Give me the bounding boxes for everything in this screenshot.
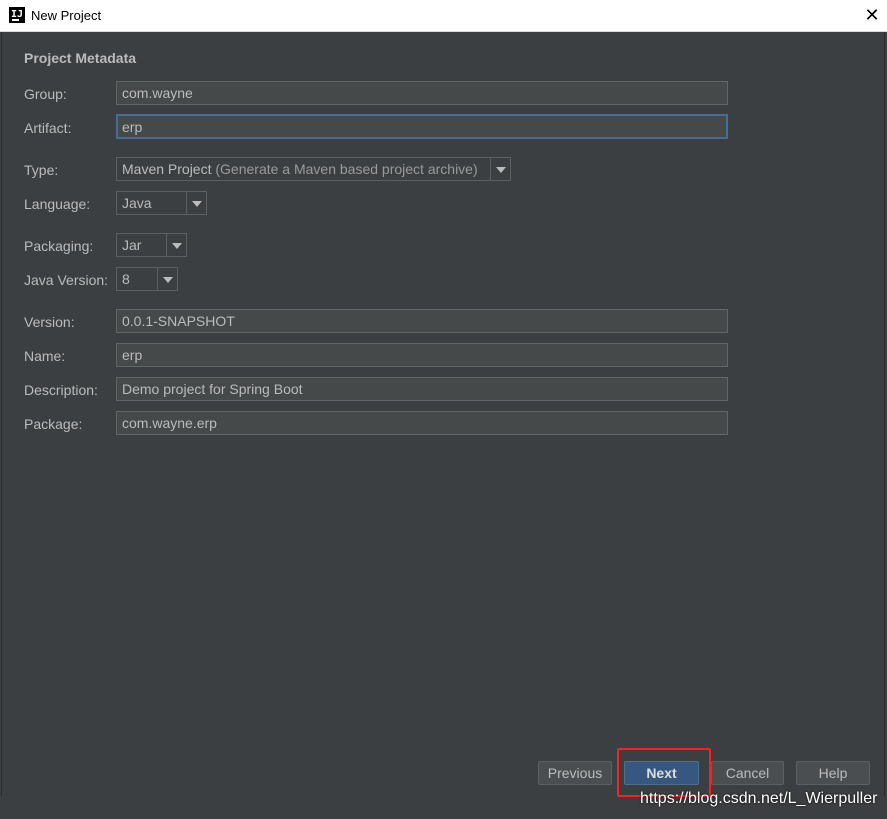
- close-icon[interactable]: ✕: [857, 0, 887, 32]
- package-label: Package:: [24, 416, 83, 432]
- group-field[interactable]: [116, 81, 728, 105]
- packaging-value: Jar: [122, 237, 142, 253]
- previous-button[interactable]: Previous: [538, 761, 612, 785]
- section-title: Project Metadata: [24, 50, 137, 66]
- version-label: Version:: [24, 314, 75, 330]
- cancel-button[interactable]: Cancel: [711, 761, 784, 785]
- name-field[interactable]: [116, 343, 728, 367]
- chevron-down-icon[interactable]: [490, 158, 510, 180]
- type-hint: (Generate a Maven based project archive): [215, 161, 478, 177]
- chevron-down-icon[interactable]: [186, 192, 206, 214]
- type-label: Type:: [24, 162, 59, 178]
- artifact-field[interactable]: [116, 114, 728, 139]
- chevron-down-icon[interactable]: [157, 268, 177, 290]
- help-button[interactable]: Help: [796, 761, 870, 785]
- language-label: Language:: [24, 196, 91, 212]
- java-version-label: Java Version:: [24, 272, 109, 288]
- java-version-select[interactable]: 8: [116, 267, 178, 291]
- name-label: Name:: [24, 348, 66, 364]
- description-label: Description:: [24, 382, 98, 398]
- java-version-value: 8: [122, 271, 130, 287]
- language-value: Java: [122, 195, 152, 211]
- version-field[interactable]: [116, 309, 728, 333]
- package-field[interactable]: [116, 411, 728, 435]
- window-title: New Project: [31, 8, 102, 23]
- window-titlebar: IJ New Project ✕: [0, 0, 887, 32]
- chevron-down-icon[interactable]: [166, 234, 186, 256]
- type-select[interactable]: Maven Project (Generate a Maven based pr…: [116, 157, 511, 181]
- type-value: Maven Project: [122, 161, 212, 177]
- watermark: https://blog.csdn.net/L_Wierpuller: [640, 790, 878, 807]
- artifact-label: Artifact:: [24, 120, 72, 136]
- intellij-app-icon: IJ: [9, 7, 25, 23]
- group-label: Group:: [24, 86, 67, 102]
- language-select[interactable]: Java: [116, 191, 207, 215]
- packaging-label: Packaging:: [24, 238, 94, 254]
- description-field[interactable]: [116, 377, 728, 401]
- packaging-select[interactable]: Jar: [116, 233, 187, 257]
